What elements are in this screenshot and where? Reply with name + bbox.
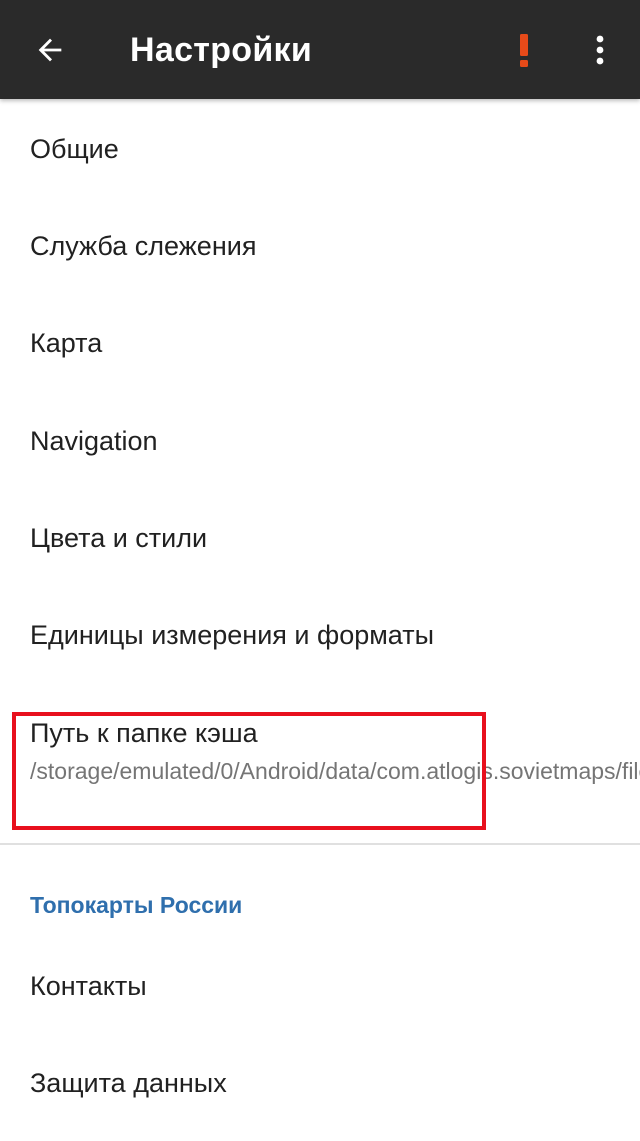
settings-item-label: Единицы измерения и форматы — [30, 620, 434, 650]
settings-item-map[interactable]: Карта — [0, 295, 640, 392]
settings-item-label: Общие — [30, 134, 119, 164]
alert-button[interactable] — [500, 22, 548, 78]
settings-item-label: Цвета и стили — [30, 523, 208, 553]
more-options-button[interactable] — [576, 22, 624, 78]
section-divider — [0, 843, 640, 845]
settings-item-colors-styles[interactable]: Цвета и стили — [0, 489, 640, 586]
settings-item-tracking-service[interactable]: Служба слежения — [0, 197, 640, 294]
cache-path-summary: /storage/emulated/0/Android/data/com.atl… — [30, 758, 640, 784]
settings-item-label: Контакты — [30, 971, 147, 1001]
back-button[interactable] — [22, 22, 78, 78]
cache-path-title: Путь к папке кэша — [30, 718, 258, 748]
arrow-left-icon — [38, 38, 62, 62]
settings-item-navigation[interactable]: Navigation — [0, 392, 640, 489]
category-title: Топокарты России — [30, 892, 243, 918]
app-bar: Настройки — [0, 0, 640, 99]
page-title: Настройки — [130, 31, 313, 69]
more-vertical-icon — [596, 35, 604, 65]
settings-item-label: Navigation — [30, 426, 158, 456]
exclamation-icon — [520, 34, 528, 67]
settings-item-contacts[interactable]: Контакты — [0, 937, 640, 1034]
settings-item-units-formats[interactable]: Единицы измерения и форматы — [0, 586, 640, 683]
settings-item-label: Карта — [30, 328, 103, 358]
settings-item-cache-path[interactable]: Путь к папке кэша /storage/emulated/0/An… — [0, 700, 640, 840]
settings-item-label: Защита данных — [30, 1068, 227, 1098]
settings-item-general[interactable]: Общие — [0, 99, 640, 196]
settings-item-data-protection[interactable]: Защита данных — [0, 1034, 640, 1131]
settings-item-label: Служба слежения — [30, 231, 257, 261]
